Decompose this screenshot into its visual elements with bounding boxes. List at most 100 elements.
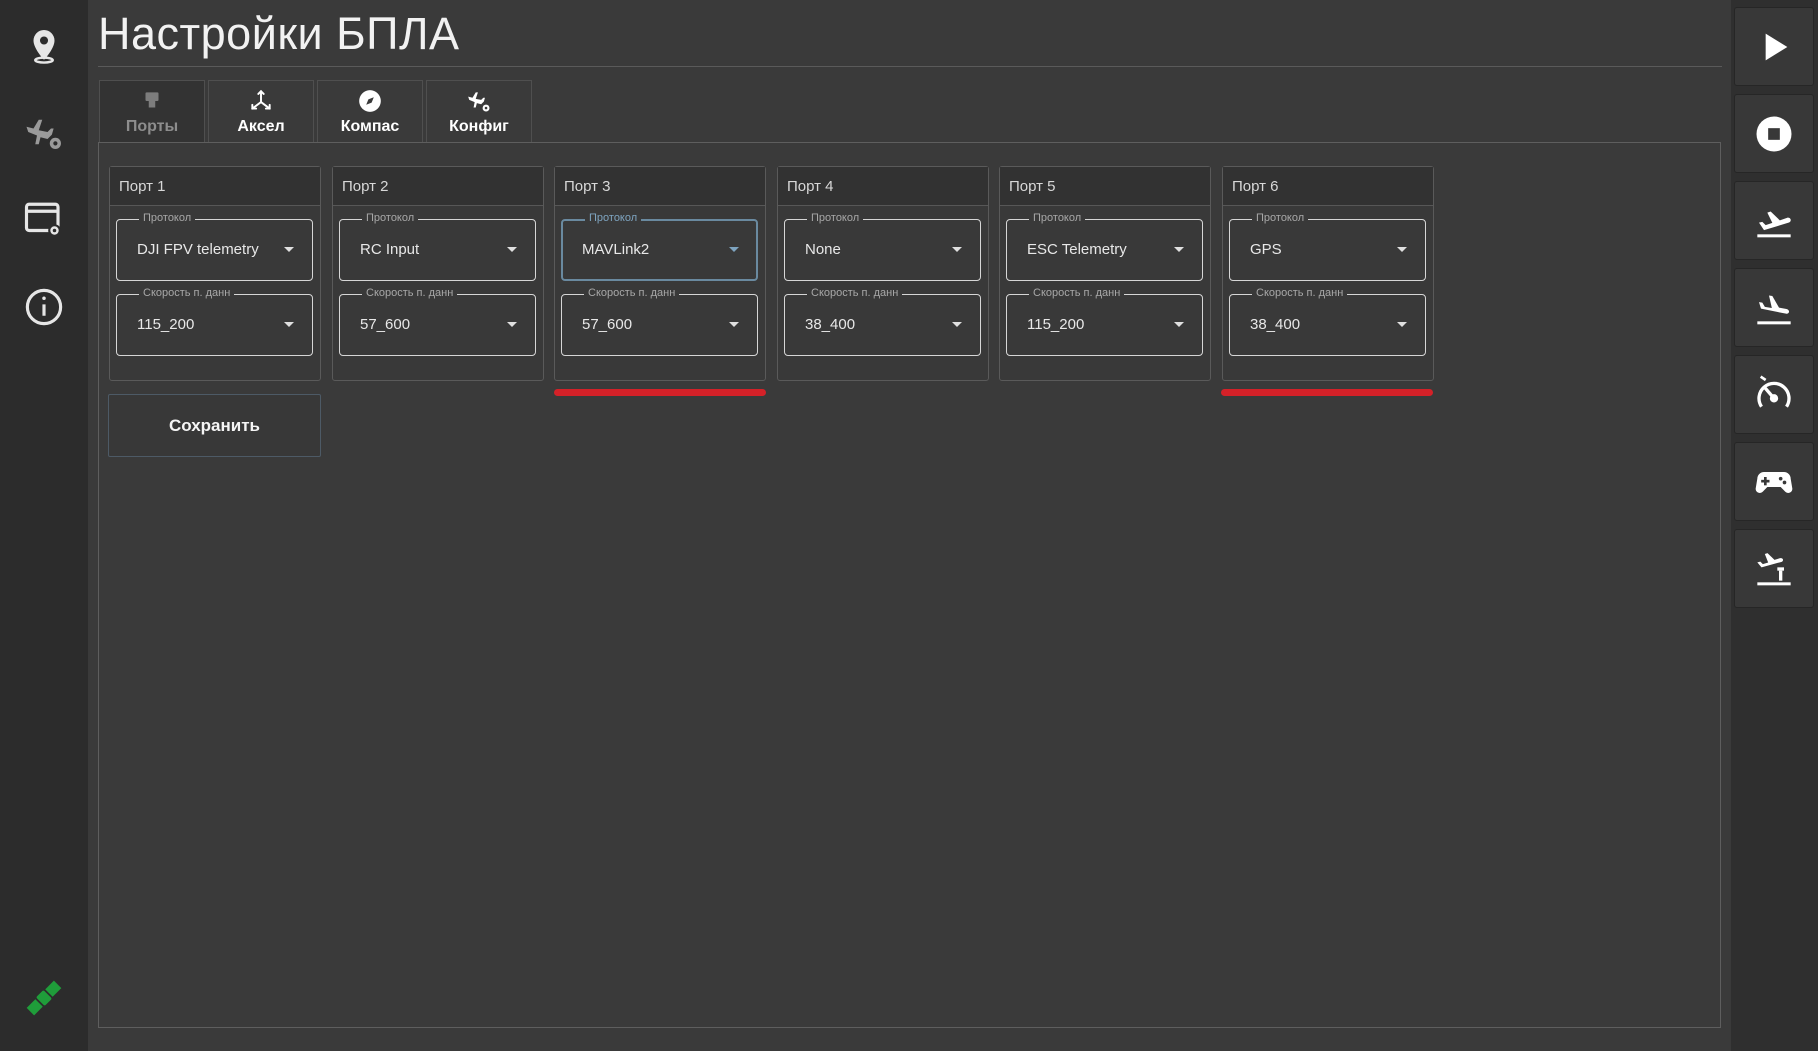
dropdown-arrow-icon xyxy=(952,322,962,327)
highlight-underline xyxy=(554,389,766,396)
protocol-select[interactable]: Протокол GPS xyxy=(1229,212,1426,281)
port-title: Порт 5 xyxy=(1000,167,1210,206)
dropdown-arrow-icon xyxy=(1174,247,1184,252)
field-label: Протокол xyxy=(1029,212,1086,224)
calibrate-gauge-icon xyxy=(1757,375,1791,408)
field-label: Протокол xyxy=(807,212,864,224)
gamepad-icon xyxy=(1755,471,1793,493)
compass-icon xyxy=(359,90,381,112)
right-rail xyxy=(1731,0,1818,1051)
field-value: DJI FPV telemetry xyxy=(137,241,259,258)
dropdown-arrow-icon xyxy=(952,247,962,252)
title-divider xyxy=(98,66,1722,67)
nav-map-button[interactable] xyxy=(16,16,72,72)
port-title: Порт 1 xyxy=(110,167,320,206)
page-title: Настройки БПЛА xyxy=(98,8,460,59)
field-value: 38_400 xyxy=(805,316,856,333)
tab-ports[interactable]: Порты xyxy=(99,80,205,142)
connection-status[interactable] xyxy=(16,970,72,1026)
baud-rate-select[interactable]: Скорость п. данн 57_600 xyxy=(561,287,758,356)
tab-accel[interactable]: Аксел xyxy=(208,80,314,142)
field-label: Протокол xyxy=(1252,212,1309,224)
dropdown-arrow-icon xyxy=(1397,247,1407,252)
dropdown-arrow-icon xyxy=(284,322,294,327)
dropdown-arrow-icon xyxy=(284,247,294,252)
port-card-2: Порт 2 Протокол RC Input Скорость п. дан… xyxy=(332,166,544,381)
landing-icon xyxy=(1757,295,1791,324)
field-value: MAVLink2 xyxy=(582,241,650,258)
field-label: Скорость п. данн xyxy=(584,287,680,299)
field-label: Скорость п. данн xyxy=(1029,287,1125,299)
plane-settings-icon xyxy=(26,119,61,149)
tab-label: Порты xyxy=(125,118,179,135)
field-value: RC Input xyxy=(360,241,420,258)
port-card-1: Порт 1 Протокол DJI FPV telemetry Скорос… xyxy=(109,166,321,381)
field-label: Скорость п. данн xyxy=(807,287,903,299)
dropdown-arrow-icon xyxy=(507,322,517,327)
protocol-select[interactable]: Протокол None xyxy=(784,212,981,281)
tower-takeoff-icon xyxy=(1757,552,1791,585)
field-label: Протокол xyxy=(139,212,196,224)
port-card-3: Порт 3 Протокол MAVLink2 Скорость п. дан… xyxy=(554,166,766,381)
field-value: 38_400 xyxy=(1250,316,1301,333)
port-title: Порт 4 xyxy=(778,167,988,206)
field-value: None xyxy=(805,241,841,258)
field-value: 115_200 xyxy=(1027,316,1085,333)
map-pin-icon xyxy=(33,30,55,64)
stop-button[interactable] xyxy=(1734,94,1814,173)
axes-icon xyxy=(251,89,271,110)
tab-compass[interactable]: Компас xyxy=(317,80,423,142)
play-button[interactable] xyxy=(1734,7,1814,86)
nav-window-settings-button[interactable] xyxy=(16,192,72,248)
baud-rate-select[interactable]: Скорость п. данн 57_600 xyxy=(339,287,536,356)
nav-plane-settings-button[interactable] xyxy=(16,104,72,160)
field-value: 115_200 xyxy=(137,316,195,333)
gamepad-button[interactable] xyxy=(1734,442,1814,521)
takeoff-button[interactable] xyxy=(1734,181,1814,260)
port-connector-icon xyxy=(145,92,159,108)
nav-info-button[interactable] xyxy=(16,279,72,335)
port-title: Порт 3 xyxy=(555,167,765,206)
port-title: Порт 6 xyxy=(1223,167,1433,206)
tower-takeoff-button[interactable] xyxy=(1734,529,1814,608)
baud-rate-select[interactable]: Скорость п. данн 38_400 xyxy=(1229,287,1426,356)
highlight-underline xyxy=(1221,389,1433,396)
field-label: Скорость п. данн xyxy=(139,287,235,299)
port-card-5: Порт 5 Протокол ESC Telemetry Скорость п… xyxy=(999,166,1211,381)
protocol-select[interactable]: Протокол MAVLink2 xyxy=(561,212,758,281)
port-card-4: Порт 4 Протокол None Скорость п. данн 38… xyxy=(777,166,989,381)
satellite-icon xyxy=(26,980,62,1016)
play-icon xyxy=(1765,33,1788,60)
calibrate-button[interactable] xyxy=(1734,355,1814,434)
tab-config[interactable]: Конфиг xyxy=(426,80,532,142)
port-title: Порт 2 xyxy=(333,167,543,206)
field-value: ESC Telemetry xyxy=(1027,241,1127,258)
protocol-select[interactable]: Протокол ESC Telemetry xyxy=(1006,212,1203,281)
left-nav xyxy=(0,0,88,1051)
protocol-select[interactable]: Протокол DJI FPV telemetry xyxy=(116,212,313,281)
window-settings-icon xyxy=(24,202,61,237)
field-value: GPS xyxy=(1250,241,1282,258)
field-label: Скорость п. данн xyxy=(362,287,458,299)
dropdown-arrow-icon xyxy=(729,322,739,327)
tab-label: Компас xyxy=(340,118,400,135)
field-label: Протокол xyxy=(362,212,419,224)
save-button[interactable]: Сохранить xyxy=(108,394,321,457)
landing-button[interactable] xyxy=(1734,268,1814,347)
baud-rate-select[interactable]: Скорость п. данн 115_200 xyxy=(116,287,313,356)
info-icon xyxy=(25,288,63,326)
field-value: 57_600 xyxy=(582,316,633,333)
baud-rate-select[interactable]: Скорость п. данн 38_400 xyxy=(784,287,981,356)
dropdown-arrow-icon xyxy=(1397,322,1407,327)
tab-label: Конфиг xyxy=(449,118,509,135)
dropdown-arrow-icon xyxy=(1174,322,1184,327)
baud-rate-select[interactable]: Скорость п. данн 115_200 xyxy=(1006,287,1203,356)
field-label: Протокол xyxy=(585,212,642,224)
plane-gear-icon xyxy=(468,92,490,112)
protocol-select[interactable]: Протокол RC Input xyxy=(339,212,536,281)
field-value: 57_600 xyxy=(360,316,411,333)
dropdown-arrow-icon xyxy=(507,247,517,252)
dropdown-arrow-icon xyxy=(729,247,739,252)
field-label: Скорость п. данн xyxy=(1252,287,1348,299)
takeoff-icon xyxy=(1757,211,1791,237)
